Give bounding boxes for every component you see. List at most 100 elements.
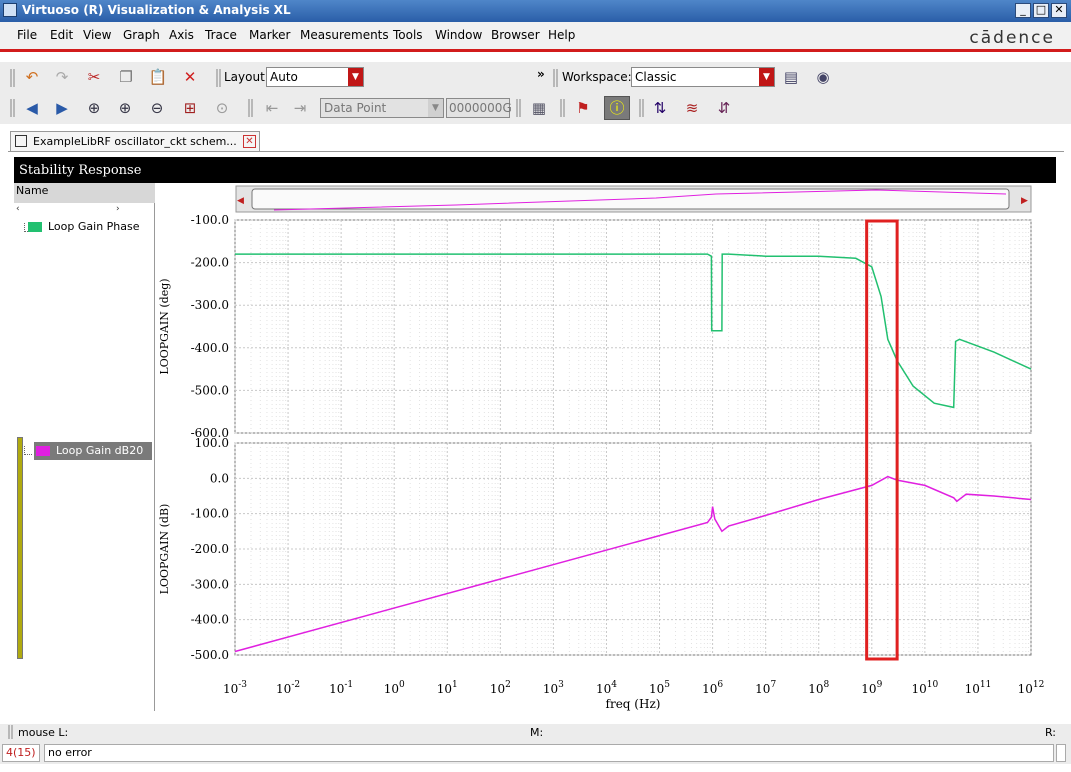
marker-mode-select[interactable]: Data Point ▼ [320, 98, 444, 118]
trace-overlay-icon[interactable]: ⇵ [714, 98, 734, 118]
chevron-down-icon: ▼ [428, 99, 443, 117]
menu-view[interactable]: View [83, 28, 111, 42]
y-tick-label: -400.0 [191, 341, 229, 355]
zoom-in-icon[interactable]: ⊕ [115, 98, 135, 118]
close-tab-icon[interactable]: ✕ [243, 135, 256, 148]
zoom-reset-icon[interactable]: ⊙ [212, 98, 232, 118]
toolbar-overflow-icon[interactable]: » [537, 67, 545, 81]
workspace-save-icon[interactable]: ▤ [781, 67, 801, 87]
cadence-logo: cādence [969, 28, 1055, 48]
trace-legend-panel: Name ‹ › Loop Gain Phase Loop Gain dB20 [14, 183, 155, 711]
trace-stack-icon[interactable]: ≋ [682, 98, 702, 118]
y-tick-label: -300.0 [191, 577, 229, 591]
layout-label: Layout: [224, 70, 269, 84]
toolbar-grip[interactable] [553, 69, 558, 87]
trace-item-phase[interactable]: Loop Gain Phase [28, 218, 154, 236]
name-column-header[interactable]: Name [14, 183, 155, 203]
undo-icon[interactable]: ↶ [22, 67, 42, 87]
workspace-label: Workspace: [562, 70, 632, 84]
menu-graph[interactable]: Graph [123, 28, 160, 42]
tab-schematic[interactable]: ExampleLibRF oscillator_ckt schem... ✕ [10, 131, 260, 151]
menu-trace[interactable]: Trace [205, 28, 237, 42]
pan-left-icon[interactable]: ◀ [22, 98, 42, 118]
column-resize-left-icon[interactable]: ‹ [16, 204, 20, 214]
x-tick-label: 108 [808, 680, 829, 696]
y-axis-label: LOOPGAIN (dB) [158, 504, 171, 595]
chevron-down-icon: ▼ [348, 68, 363, 86]
message-status-bar: 4(15) no error [0, 742, 1071, 764]
menu-bar: File Edit View Graph Axis Trace Marker M… [0, 22, 1071, 52]
trace-split-icon[interactable]: ⇅ [650, 98, 670, 118]
menu-edit[interactable]: Edit [50, 28, 73, 42]
layout-value: Auto [270, 70, 298, 84]
zoom-box-icon[interactable]: ⊞ [180, 98, 200, 118]
menu-browser[interactable]: Browser [491, 28, 540, 42]
x-tick-label: 101 [437, 680, 458, 696]
x-tick-label: 1010 [911, 680, 938, 696]
redo-icon[interactable]: ↷ [52, 67, 72, 87]
calculator-icon[interactable]: ▦ [529, 98, 549, 118]
plot-area[interactable]: ◀ ▶ -100.0 -200.0 -300.0 -400.0 -500.0 -600.0 LO… [156, 183, 1056, 711]
paste-icon[interactable]: 📋 [148, 67, 168, 87]
toolbar-grip[interactable] [248, 99, 253, 117]
marker-value-field[interactable]: 0000000G [446, 98, 512, 118]
workspace-select[interactable]: Classic ▼ [631, 67, 775, 87]
tab-label: ExampleLibRF oscillator_ckt schem... [33, 135, 237, 148]
menu-tools[interactable]: Tools [393, 28, 423, 42]
menu-window[interactable]: Window [435, 28, 482, 42]
mouse-status-bar: mouse L: M: R: [0, 724, 1071, 742]
marker-prev-icon[interactable]: ⇤ [262, 98, 282, 118]
window-titlebar[interactable]: Virtuoso (R) Visualization & Analysis XL… [0, 0, 1071, 22]
minimize-button[interactable]: _ [1015, 3, 1031, 18]
pan-right-icon[interactable]: ▶ [52, 98, 72, 118]
flag-icon[interactable]: ⚑ [573, 98, 593, 118]
zoom-fit-icon[interactable]: ⊕ [84, 98, 104, 118]
graph-icon [15, 135, 27, 147]
menu-help[interactable]: Help [548, 28, 575, 42]
y-tick-label: -300.0 [191, 298, 229, 312]
column-resize-right-icon[interactable]: › [116, 204, 120, 214]
toolbar-primary: ↶ ↷ ✂ ❐ 📋 ✕ Layout: Auto ▼ » Workspace: … [0, 62, 1071, 94]
menu-axis[interactable]: Axis [169, 28, 194, 42]
x-tick-label: 10-2 [276, 680, 300, 696]
delete-icon[interactable]: ✕ [180, 67, 200, 87]
phase-strip-frame [234, 219, 1032, 434]
y-tick-label: -100.0 [191, 213, 229, 227]
menu-marker[interactable]: Marker [249, 28, 290, 42]
x-tick-label: 10-1 [329, 680, 353, 696]
x-tick-label: 100 [384, 680, 405, 696]
plot-svg[interactable]: ◀ ▶-100.0-200.0-300.0-400.0-500.0-600.0LO… [156, 183, 1056, 711]
toolbar-grip[interactable] [216, 69, 221, 87]
marker-value: 0000000G [449, 101, 512, 115]
y-tick-label: -200.0 [191, 542, 229, 556]
marker-next-icon[interactable]: ⇥ [290, 98, 310, 118]
trace-item-gain[interactable]: Loop Gain dB20 [34, 442, 152, 460]
info-icon[interactable]: ⓘ [604, 96, 630, 120]
y-tick-label: -100.0 [191, 507, 229, 521]
subwindow-title: Stability Response [19, 163, 142, 178]
x-tick-label: 1011 [965, 680, 992, 696]
toolbar-grip[interactable] [560, 99, 565, 117]
scroll-right-arrow: ▶ [1021, 196, 1028, 206]
x-tick-label: 102 [490, 680, 511, 696]
menu-measurements[interactable]: Measurements [300, 28, 389, 42]
layout-select[interactable]: Auto ▼ [266, 67, 364, 87]
tree-connector [24, 446, 32, 455]
toolbar-grip[interactable] [639, 99, 644, 117]
toolbar-grip[interactable] [10, 69, 15, 87]
x-tick-label: 106 [702, 680, 723, 696]
close-window-button[interactable]: ✕ [1051, 3, 1067, 18]
toolbar-grip[interactable] [10, 99, 15, 117]
toolbar-grip[interactable] [516, 99, 521, 117]
y-tick-label: -400.0 [191, 613, 229, 627]
menu-file[interactable]: File [17, 28, 37, 42]
copy-icon[interactable]: ❐ [116, 67, 136, 87]
workspace-load-icon[interactable]: ◉ [813, 67, 833, 87]
strip-selector-bar[interactable] [17, 437, 23, 659]
tab-divider [8, 151, 1064, 152]
cut-icon[interactable]: ✂ [84, 67, 104, 87]
maximize-button[interactable]: □ [1033, 3, 1049, 18]
status-scroll-handle[interactable] [1056, 744, 1066, 762]
zoom-out-icon[interactable]: ⊖ [147, 98, 167, 118]
mouse-middle-status: M: [530, 726, 544, 739]
